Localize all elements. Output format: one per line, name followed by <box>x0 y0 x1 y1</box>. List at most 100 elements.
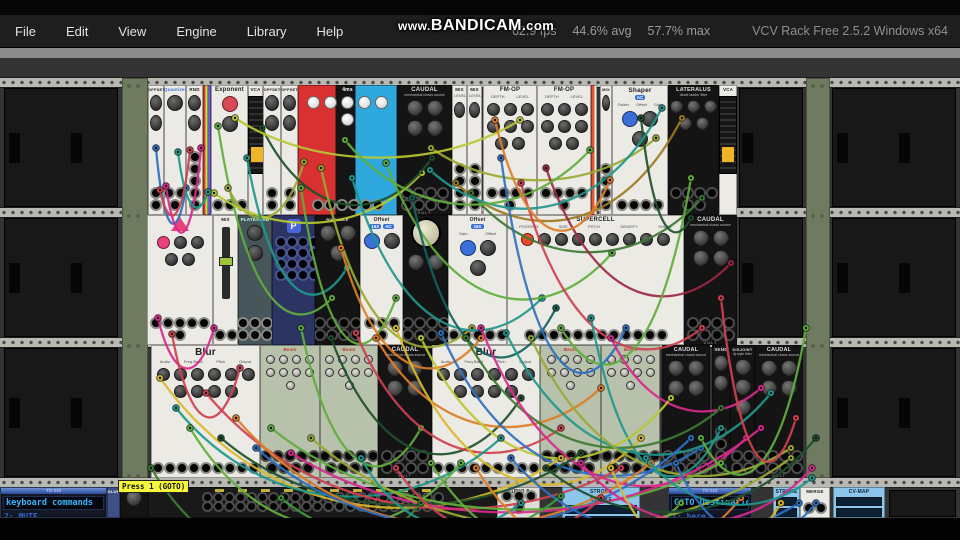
jack[interactable] <box>572 464 581 472</box>
jack[interactable] <box>438 201 447 209</box>
knob[interactable] <box>479 240 496 256</box>
module-caudal-0-9[interactable]: CAUDAL mechanical chaos source VULT <box>397 85 452 215</box>
jack[interactable] <box>683 201 692 209</box>
jack[interactable] <box>485 331 494 339</box>
knob[interactable] <box>344 381 354 390</box>
knob[interactable] <box>437 368 450 381</box>
knob[interactable] <box>714 355 728 371</box>
knob[interactable] <box>358 96 371 109</box>
knob[interactable] <box>606 355 616 364</box>
jack[interactable] <box>414 201 423 209</box>
knob[interactable] <box>572 368 582 377</box>
jack[interactable] <box>327 331 336 339</box>
jack[interactable] <box>395 452 403 460</box>
jack[interactable] <box>524 189 532 197</box>
menu-view[interactable]: View <box>103 24 161 39</box>
jack[interactable] <box>642 201 650 209</box>
knob[interactable] <box>572 355 582 364</box>
module-caudal-2-7[interactable]: CAUDAL mechanical chaos source VULT <box>662 345 710 478</box>
jack[interactable] <box>412 494 420 501</box>
jack[interactable] <box>414 189 423 197</box>
jack[interactable] <box>395 464 403 472</box>
jack[interactable] <box>349 201 358 209</box>
knob[interactable] <box>488 385 501 398</box>
knob[interactable] <box>338 368 347 377</box>
jack[interactable] <box>274 452 282 460</box>
jack[interactable] <box>494 464 502 472</box>
jack[interactable] <box>327 464 335 472</box>
jack[interactable] <box>346 503 354 510</box>
jack[interactable] <box>227 331 236 339</box>
knob[interactable] <box>549 137 562 150</box>
jack[interactable] <box>369 452 377 460</box>
module-blur-2-0[interactable]: Blur Audio Freq Band Pitch Output <box>151 345 260 478</box>
jack[interactable] <box>626 452 635 460</box>
jack[interactable] <box>190 177 199 185</box>
module-fm-op-0-13[interactable]: FM-OP DEPTH LEVEL <box>537 85 591 215</box>
jack[interactable] <box>614 452 623 460</box>
knob[interactable] <box>602 95 610 111</box>
menu-engine[interactable]: Engine <box>161 24 231 39</box>
level-slider[interactable] <box>719 96 737 174</box>
jack[interactable] <box>717 428 725 436</box>
jack[interactable] <box>602 452 611 460</box>
knob[interactable] <box>572 233 585 246</box>
jack[interactable] <box>258 503 266 510</box>
module-panel-3-3[interactable] <box>148 487 497 518</box>
jack[interactable] <box>377 319 386 327</box>
jack[interactable] <box>225 201 234 209</box>
knob[interactable] <box>606 233 619 246</box>
jack[interactable] <box>268 201 276 209</box>
jack[interactable] <box>514 504 523 512</box>
knob[interactable] <box>559 368 569 377</box>
jack[interactable] <box>268 464 276 472</box>
jack[interactable] <box>561 331 570 339</box>
knob[interactable] <box>173 236 187 249</box>
knob[interactable] <box>207 368 221 381</box>
jack[interactable] <box>313 201 322 209</box>
knob[interactable] <box>182 253 195 266</box>
knob[interactable] <box>241 368 255 381</box>
jack[interactable] <box>717 440 725 448</box>
knob[interactable] <box>221 96 238 112</box>
jack[interactable] <box>518 464 526 472</box>
jack[interactable] <box>434 494 442 501</box>
knob[interactable] <box>407 360 423 376</box>
jack[interactable] <box>712 319 721 327</box>
knob[interactable] <box>319 225 336 241</box>
jack[interactable] <box>373 201 382 209</box>
jack[interactable] <box>423 503 431 510</box>
jack[interactable] <box>299 271 307 279</box>
knob[interactable] <box>339 225 356 241</box>
jack[interactable] <box>269 494 277 501</box>
jack[interactable] <box>327 319 336 327</box>
knob[interactable] <box>521 233 534 246</box>
jack[interactable] <box>530 464 538 472</box>
knob[interactable] <box>427 254 444 270</box>
knob[interactable] <box>292 355 301 364</box>
knob[interactable] <box>165 253 178 266</box>
knob[interactable] <box>279 355 288 364</box>
green-blank-panel[interactable] <box>806 78 830 478</box>
jack[interactable] <box>700 464 708 472</box>
knob[interactable] <box>265 115 279 131</box>
module-ringable-1-4[interactable]: RINGABLE <box>315 215 360 345</box>
jack[interactable] <box>423 494 431 501</box>
knob[interactable] <box>173 368 187 381</box>
knob[interactable] <box>781 360 797 376</box>
jack[interactable] <box>671 189 680 197</box>
jack[interactable] <box>526 492 535 500</box>
jack[interactable] <box>335 494 343 501</box>
jack[interactable] <box>189 464 198 472</box>
jack[interactable] <box>590 452 599 460</box>
knob[interactable] <box>734 379 751 395</box>
knob[interactable] <box>454 385 467 398</box>
module-quantizer-0-1[interactable]: Quantizer <box>164 85 186 215</box>
knob[interactable] <box>626 381 635 390</box>
knob[interactable] <box>190 236 204 249</box>
jack[interactable] <box>654 201 662 209</box>
knob[interactable] <box>704 100 717 113</box>
knob[interactable] <box>645 355 655 364</box>
jack[interactable] <box>502 492 511 500</box>
jack[interactable] <box>365 319 374 327</box>
